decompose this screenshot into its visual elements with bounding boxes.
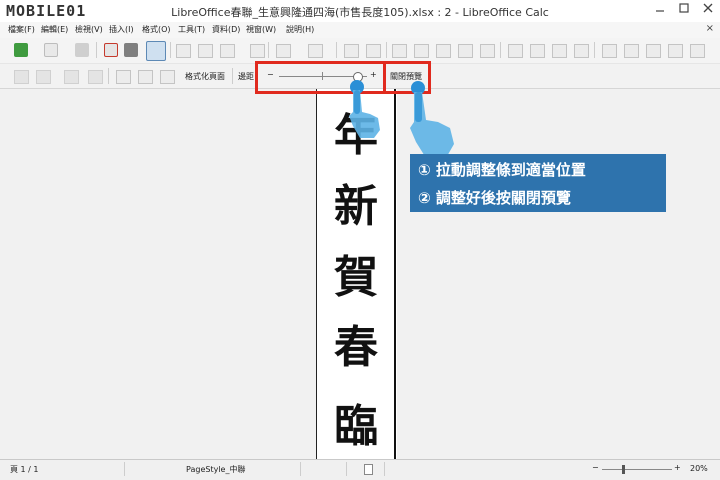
undo-icon[interactable] (276, 44, 291, 58)
status-zoom-minus[interactable]: − (592, 463, 599, 472)
first-page-icon[interactable] (14, 70, 29, 84)
delete-rows-icon[interactable] (480, 44, 495, 58)
instruction-step-2: ② 調整好後按關閉預覽 (418, 189, 571, 207)
export-pdf-icon[interactable] (104, 43, 118, 57)
menu-bar: 檔案(F) 編輯(E) 檢視(V) 插入(I) 格式(O) 工具(T) 資料(D… (0, 22, 720, 38)
insert-columns-icon[interactable] (458, 44, 473, 58)
zoom-in-page-icon[interactable] (116, 70, 131, 84)
find-replace-icon[interactable] (366, 44, 381, 58)
special-character-icon[interactable] (668, 44, 683, 58)
title-bar: MOBILE01 LibreOffice春聯_生意興隆通四海(市售長度105).… (0, 0, 720, 23)
print-icon[interactable] (124, 43, 138, 57)
status-bar: 頁 1 / 1 PageStyle_中聯 − + 20% (0, 459, 720, 480)
pivot-table-icon[interactable] (646, 44, 661, 58)
image-icon[interactable] (602, 44, 617, 58)
menu-help[interactable]: 說明(H) (286, 24, 314, 35)
page-style-label[interactable]: PageStyle_中聯 (186, 464, 245, 475)
page-border-line (394, 89, 396, 459)
print-preview-icon[interactable] (146, 41, 166, 61)
chart-icon[interactable] (624, 44, 639, 58)
instruction-callout: ① 拉動調整條到適當位置 ② 調整好後按關閉預覽 (410, 154, 666, 212)
sort-icon[interactable] (508, 44, 523, 58)
pointer-hand-icon (349, 80, 380, 138)
sort-ascending-icon[interactable] (530, 44, 545, 58)
row-icon[interactable] (392, 44, 407, 58)
paste-icon[interactable] (220, 44, 235, 58)
hyperlink-icon[interactable] (690, 44, 705, 58)
couplet-char-2: 新 (334, 181, 378, 232)
previous-page-icon[interactable] (36, 70, 51, 84)
menu-tools[interactable]: 工具(T) (178, 24, 205, 35)
zoom-out-page-icon[interactable] (138, 70, 153, 84)
insert-rows-icon[interactable] (436, 44, 451, 58)
new-document-icon[interactable] (14, 43, 28, 57)
menu-format[interactable]: 格式(O) (142, 24, 171, 35)
open-folder-icon[interactable] (44, 43, 58, 57)
pointer-hand-icon (410, 81, 454, 158)
next-page-icon[interactable] (64, 70, 79, 84)
window-title: LibreOffice春聯_生意興隆通四海(市售長度105).xlsx : 2 … (171, 6, 549, 19)
status-zoom-thumb[interactable] (622, 465, 625, 474)
menu-edit[interactable]: 編輯(E) (41, 24, 68, 35)
cut-icon[interactable] (176, 44, 191, 58)
page-indicator: 頁 1 / 1 (10, 465, 39, 474)
couplet-char-4: 春 (334, 322, 378, 373)
redo-icon[interactable] (308, 44, 323, 58)
autofilter-icon[interactable] (574, 44, 589, 58)
couplet-char-3: 賀 (334, 252, 378, 303)
clone-formatting-icon[interactable] (250, 44, 265, 58)
status-zoom-plus[interactable]: + (674, 463, 681, 472)
menu-file[interactable]: 檔案(F) (8, 24, 35, 35)
format-page-button[interactable]: 格式化頁面 (185, 71, 225, 82)
status-zoom-slider[interactable]: − + (592, 462, 682, 476)
maximize-icon[interactable] (672, 1, 696, 19)
menu-insert[interactable]: 插入(I) (109, 24, 134, 35)
zoom-percentage[interactable]: 20% (690, 464, 708, 473)
menu-window[interactable]: 視窗(W) (246, 24, 276, 35)
save-icon[interactable] (75, 43, 89, 57)
couplet-char-5: 臨 (334, 401, 378, 452)
full-screen-icon[interactable] (160, 70, 175, 84)
menu-data[interactable]: 資料(D) (212, 24, 240, 35)
sort-descending-icon[interactable] (552, 44, 567, 58)
close-icon[interactable] (696, 1, 720, 19)
close-document-icon[interactable]: × (706, 23, 714, 34)
minimize-icon[interactable] (648, 1, 672, 19)
instruction-step-1: ① 拉動調整條到適當位置 (418, 161, 586, 179)
margins-button[interactable]: 邊距 (238, 71, 254, 82)
document-modified-icon (364, 464, 373, 475)
copy-icon[interactable] (198, 44, 213, 58)
spelling-icon[interactable] (344, 44, 359, 58)
menu-view[interactable]: 檢視(V) (75, 24, 103, 35)
last-page-icon[interactable] (88, 70, 103, 84)
column-icon[interactable] (414, 44, 429, 58)
